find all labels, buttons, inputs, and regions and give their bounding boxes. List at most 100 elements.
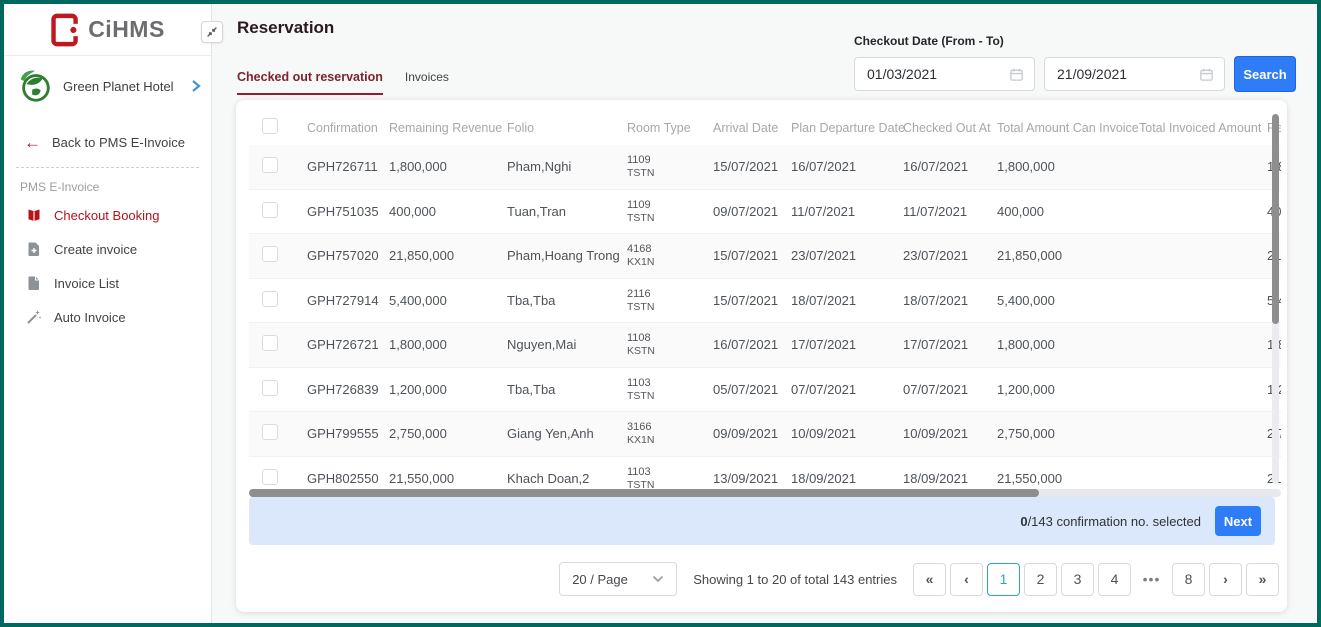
room-code: TSTN [627,301,703,313]
row-checkbox[interactable] [262,335,278,351]
cell-room-type: 1103 TSTN [627,377,713,402]
page-4-button[interactable]: 4 [1098,563,1131,596]
room-number: 3166 [627,421,703,434]
cell-checked-out-at: 17/07/2021 [903,337,997,352]
cell-folio: Tba,Tba [507,382,627,397]
date-from-input[interactable]: 01/03/2021 [854,57,1035,91]
cell-confirmation: GPH799555 [307,426,389,441]
sidebar-item-invoice-list[interactable]: Invoice List [4,266,211,300]
first-page-button[interactable]: « [913,563,946,596]
cell-checked-out-at: 23/07/2021 [903,248,997,263]
cell-confirmation: GPH727914 [307,293,389,308]
horizontal-scrollbar[interactable] [249,489,1281,497]
sidebar-collapse-button[interactable] [201,21,223,43]
cell-plan-departure-date: 18/09/2021 [791,471,903,486]
row-checkbox[interactable] [262,246,278,262]
pagination: 20 / Page Showing 1 to 20 of total 143 e… [559,562,1283,596]
sidebar-item-create-invoice[interactable]: Create invoice [4,232,211,266]
table-body: GPH726711 1,800,000 Pham,Nghi 1109 TSTN … [249,145,1281,489]
green-earth-icon [16,67,54,105]
tab-checked-out-reservation[interactable]: Checked out reservation [237,70,383,95]
cell-plan-departure-date: 17/07/2021 [791,337,903,352]
chevron-right-icon [191,80,201,92]
calendar-icon [1199,67,1214,82]
cell-remaining-revenue: 1,200,000 [389,382,507,397]
cell-arrival-date: 13/09/2021 [713,471,791,486]
cell-room-type: 2116 TSTN [627,288,713,313]
page-2-button[interactable]: 2 [1024,563,1057,596]
cell-remaining-revenue: 21,550,000 [389,471,507,486]
reservation-table-card: Confirmation Remaining Revenue Folio Roo… [236,100,1287,612]
room-code: TSTN [627,479,703,489]
back-label: Back to PMS E-Invoice [52,135,185,150]
tab-invoices[interactable]: Invoices [405,70,449,95]
row-checkbox[interactable] [262,291,278,307]
row-checkbox[interactable] [262,380,278,396]
pages-ellipsis: ••• [1135,563,1168,596]
row-checkbox[interactable] [262,469,278,485]
room-number: 1109 [627,199,703,212]
next-button[interactable]: Next [1215,506,1261,536]
col-plan-departure-date: Plan Departure Date [791,121,903,135]
cell-room-type: 1109 TSTN [627,199,713,224]
horizontal-scrollbar-thumb[interactable] [249,489,1039,497]
table-row: GPH727914 5,400,000 Tba,Tba 2116 TSTN 15… [249,279,1281,324]
col-checked-out-at: Checked Out At [903,121,997,135]
collapse-arrows-icon [205,25,219,39]
cell-total-amount-can-invoice: 1,200,000 [997,382,1139,397]
cell-remaining-revenue: 21,850,000 [389,248,507,263]
cell-room-type: 1108 KSTN [627,332,713,357]
back-to-pms-link[interactable]: ← Back to PMS E-Invoice [4,116,211,151]
cell-plan-departure-date: 10/09/2021 [791,426,903,441]
vertical-scrollbar-thumb[interactable] [1272,114,1279,324]
next-page-button[interactable]: › [1209,563,1242,596]
cell-checked-out-at: 18/07/2021 [903,293,997,308]
book-icon [26,207,42,223]
cell-remaining-revenue: 400,000 [389,204,507,219]
select-all-checkbox[interactable] [262,118,278,134]
cell-total-amount-can-invoice: 2,750,000 [997,426,1139,441]
date-from-value: 01/03/2021 [867,66,937,82]
cell-total-amount-can-invoice: 21,850,000 [997,248,1139,263]
col-total-amount-can-invoice: Total Amount Can Invoice [997,121,1139,135]
room-code: TSTN [627,167,703,179]
room-number: 2116 [627,288,703,301]
sidebar-item-label: Create invoice [54,242,137,257]
cell-checked-out-at: 11/07/2021 [903,204,997,219]
hotel-selector[interactable]: Green Planet Hotel [4,56,211,116]
col-remaining-revenue: Remaining Revenue [389,121,507,135]
page-3-button[interactable]: 3 [1061,563,1094,596]
vertical-scrollbar[interactable] [1272,114,1279,484]
sidebar-item-auto-invoice[interactable]: Auto Invoice [4,300,211,334]
cell-arrival-date: 09/09/2021 [713,426,791,441]
row-checkbox[interactable] [262,202,278,218]
table-row: GPH802550 21,550,000 Khach Doan,2 1103 T… [249,457,1281,490]
date-to-input[interactable]: 21/09/2021 [1044,57,1225,91]
prev-page-button[interactable]: ‹ [950,563,983,596]
cell-total-amount-can-invoice: 21,550,000 [997,471,1139,486]
page-1-button[interactable]: 1 [987,563,1020,596]
page-summary: Showing 1 to 20 of total 143 entries [693,572,897,587]
cell-folio: Nguyen,Mai [507,337,627,352]
page-8-button[interactable]: 8 [1172,563,1205,596]
row-checkbox[interactable] [262,157,278,173]
col-total-invoiced-amount: Total Invoiced Amount [1139,121,1267,135]
selection-count-text: 0/143 confirmation no. selected [1020,514,1201,529]
last-page-button[interactable]: » [1246,563,1279,596]
room-code: KSTN [627,345,703,357]
cell-checked-out-at: 07/07/2021 [903,382,997,397]
table-row: GPH726839 1,200,000 Tba,Tba 1103 TSTN 05… [249,368,1281,413]
cell-arrival-date: 15/07/2021 [713,293,791,308]
calendar-icon [1009,67,1024,82]
cell-arrival-date: 09/07/2021 [713,204,791,219]
row-checkbox[interactable] [262,424,278,440]
search-button[interactable]: Search [1234,56,1296,92]
sidebar-item-checkout-booking[interactable]: Checkout Booking [4,198,211,232]
main-content: Reservation Checked out reservation Invo… [213,4,1317,623]
cell-total-amount-can-invoice: 1,800,000 [997,159,1139,174]
room-code: KX1N [627,434,703,446]
page-size-select[interactable]: 20 / Page [559,562,677,596]
table-header-row: Confirmation Remaining Revenue Folio Roo… [249,110,1281,145]
cell-arrival-date: 15/07/2021 [713,159,791,174]
cell-total-amount-can-invoice: 5,400,000 [997,293,1139,308]
